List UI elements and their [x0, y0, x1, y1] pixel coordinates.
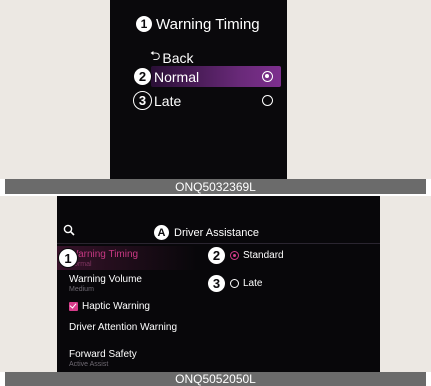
callout-badge-1: 1	[135, 15, 153, 33]
callout-badge-2: 2	[133, 67, 152, 86]
back-label: Back	[162, 50, 194, 66]
screen-title-text: Driver Assistance	[174, 226, 259, 239]
menu-item-warning-timing[interactable]: 1 Warning Timing Normal	[56, 246, 198, 270]
menu-item-value: Medium	[69, 286, 94, 293]
screen-title-text: Warning Timing	[156, 15, 260, 33]
driver-assistance-screen: A Driver Assistance 1 Warning Timing Nor…	[56, 196, 380, 372]
option-label: Late	[154, 92, 182, 109]
menu-item-label: Driver Attention Warning	[69, 322, 178, 333]
option-label: Normal	[154, 68, 200, 85]
menu-item-label: Forward Safety	[69, 349, 137, 360]
bottom-figure: A Driver Assistance 1 Warning Timing Nor…	[0, 196, 431, 372]
warning-timing-screen: 1 Warning Timing ⮌ Back 2 Normal 3 Late	[110, 0, 287, 179]
callout-badge-1: 1	[58, 248, 78, 268]
option-standard[interactable]: 2 Standard	[207, 246, 284, 265]
top-figure: 1 Warning Timing ⮌ Back 2 Normal 3 Late	[0, 0, 431, 179]
menu-item-value: Active Assist	[69, 361, 109, 368]
screen-title: 1 Warning Timing	[135, 15, 260, 33]
figure-caption: ONQ5052050L	[5, 372, 426, 386]
radio-selected-icon[interactable]	[262, 71, 273, 82]
menu-item-driver-attention[interactable]: Driver Attention Warning	[69, 322, 177, 333]
option-normal[interactable]: 2 Normal	[133, 66, 281, 87]
menu-item-label: Warning Timing	[69, 249, 139, 260]
option-label: Standard	[243, 250, 284, 261]
menu-item-warning-volume[interactable]: Warning Volume Medium	[69, 274, 142, 293]
divider	[57, 243, 380, 244]
menu-item-label: Warning Volume	[69, 274, 142, 285]
callout-badge-3: 3	[133, 91, 152, 110]
menu-item-label: Haptic Warning	[82, 301, 150, 312]
option-label: Late	[243, 278, 263, 289]
search-icon[interactable]	[63, 224, 75, 236]
option-late[interactable]: 3 Late	[207, 274, 262, 293]
menu-item-value: Normal	[69, 261, 92, 268]
callout-badge-3: 3	[207, 274, 226, 293]
menu-item-forward-safety[interactable]: Forward Safety Active Assist	[69, 349, 137, 368]
checkbox-checked-icon[interactable]	[69, 302, 78, 311]
radio-unselected-icon[interactable]	[230, 279, 239, 288]
figure-caption: ONQ5032369L	[5, 179, 426, 194]
callout-badge-a: A	[153, 224, 170, 241]
screen-header: A Driver Assistance	[153, 224, 259, 241]
radio-unselected-icon[interactable]	[262, 95, 273, 106]
radio-selected-icon[interactable]	[230, 251, 239, 260]
option-late[interactable]: 3 Late	[133, 90, 281, 111]
callout-badge-2: 2	[207, 246, 226, 265]
menu-item-haptic-warning[interactable]: Haptic Warning	[69, 301, 150, 312]
